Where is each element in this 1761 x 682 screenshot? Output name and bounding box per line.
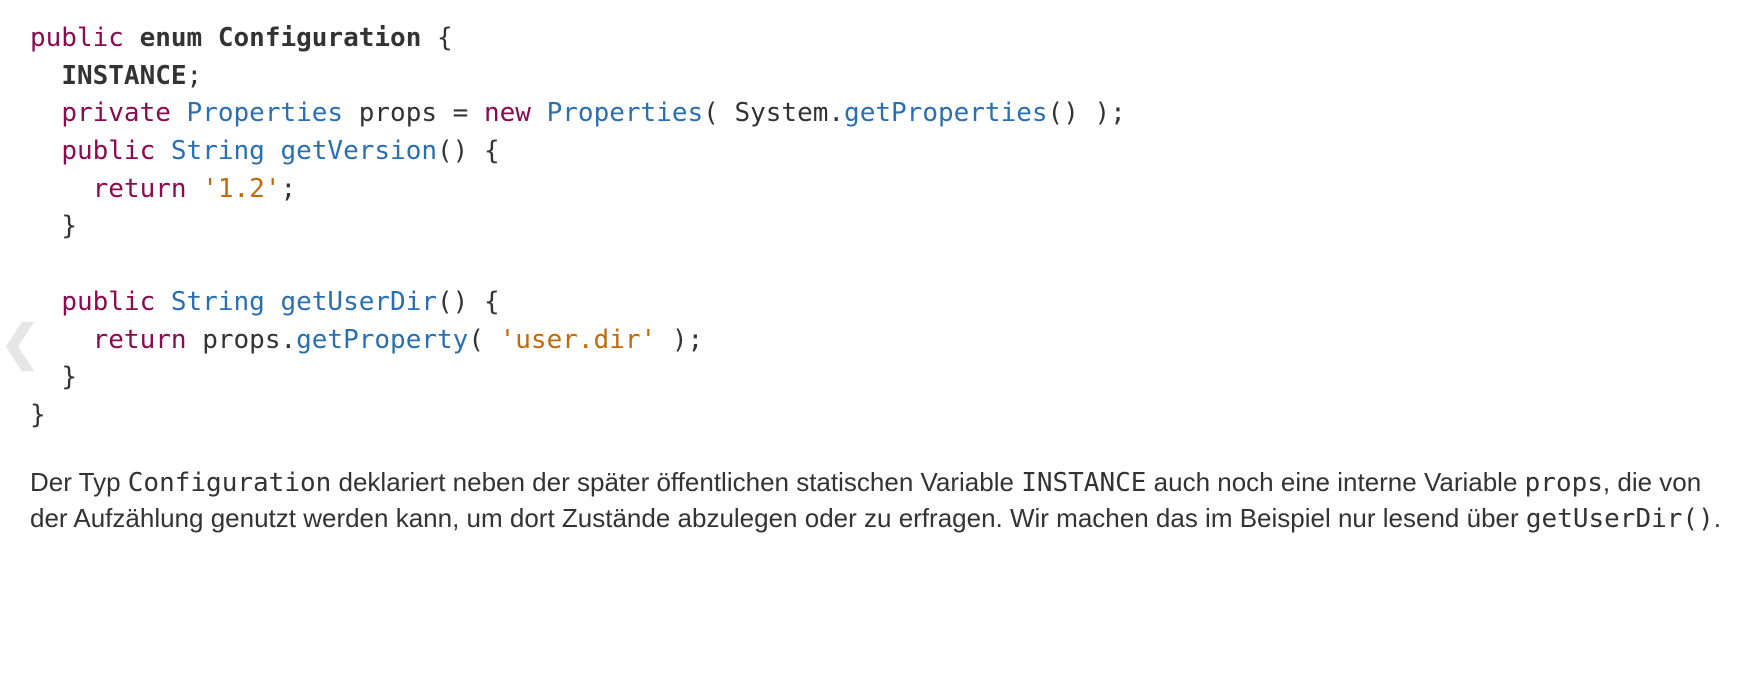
enum-constant: INSTANCE xyxy=(61,61,186,91)
text-run: deklariert neben der später öffentlichen… xyxy=(331,467,1021,497)
mid: ( xyxy=(468,325,499,355)
string-literal: 'user.dir' xyxy=(500,325,657,355)
var-decl: props = xyxy=(343,98,484,128)
rest: () { xyxy=(437,136,500,166)
semi: ; xyxy=(187,61,203,91)
code-ref-instance: INSTANCE xyxy=(1021,468,1146,498)
sp xyxy=(265,136,281,166)
prev-chevron-icon[interactable]: ❮ xyxy=(0,315,40,371)
kw-return: return xyxy=(93,174,187,204)
kw-public: public xyxy=(61,287,155,317)
code-block: public enum Configuration { INSTANCE; pr… xyxy=(30,20,1731,435)
kw-enum: enum xyxy=(140,23,203,53)
text-run: Der Typ xyxy=(30,467,128,497)
arg-pre: ( System. xyxy=(703,98,844,128)
code-ref-getuserdir: getUserDir() xyxy=(1526,504,1714,534)
string-literal: '1.2' xyxy=(202,174,280,204)
class-name: Configuration xyxy=(218,23,422,53)
explanation-paragraph: Der Typ Configuration deklariert neben d… xyxy=(30,465,1730,537)
text-run: . xyxy=(1714,503,1721,533)
sp xyxy=(265,287,281,317)
brace: } xyxy=(30,400,46,430)
kw-private: private xyxy=(61,98,171,128)
arg-post: () ); xyxy=(1048,98,1126,128)
call-getproperty: getProperty xyxy=(296,325,468,355)
type-string: String xyxy=(171,136,265,166)
semi: ; xyxy=(280,174,296,204)
type-properties: Properties xyxy=(187,98,344,128)
pre: props. xyxy=(187,325,297,355)
code-ref-props: props xyxy=(1525,468,1603,498)
ctor-properties: Properties xyxy=(547,98,704,128)
rest: () { xyxy=(437,287,500,317)
brace: } xyxy=(61,362,77,392)
kw-public: public xyxy=(61,136,155,166)
kw-public: public xyxy=(30,23,124,53)
method-getuserdir: getUserDir xyxy=(280,287,437,317)
text-run: auch noch eine interne Variable xyxy=(1146,467,1524,497)
type-string: String xyxy=(171,287,265,317)
method-getversion: getVersion xyxy=(280,136,437,166)
kw-new: new xyxy=(484,98,531,128)
sp xyxy=(187,174,203,204)
post: ); xyxy=(656,325,703,355)
code-ref-configuration: Configuration xyxy=(128,468,332,498)
brace: { xyxy=(421,23,452,53)
kw-return: return xyxy=(93,325,187,355)
brace: } xyxy=(61,211,77,241)
call-getproperties: getProperties xyxy=(844,98,1048,128)
